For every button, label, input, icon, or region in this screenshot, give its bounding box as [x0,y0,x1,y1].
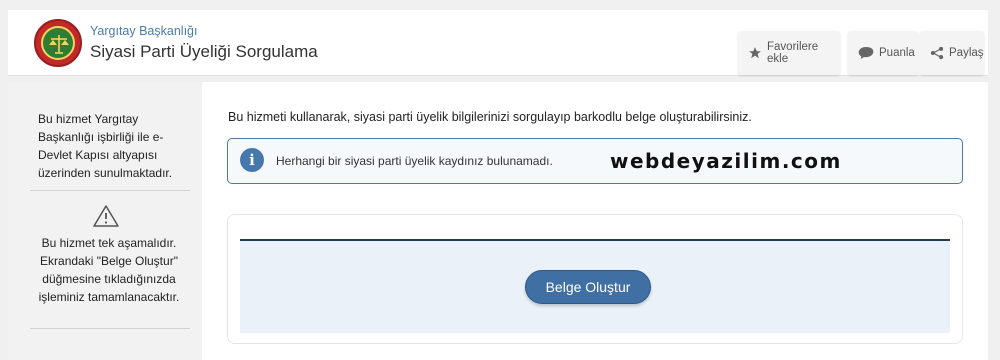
form-panel-body: Belge Oluştur [240,239,950,333]
sidebar-divider [30,328,190,329]
warning-triangle-icon [92,204,120,233]
rate-button[interactable]: Puanla [848,31,918,75]
service-info-text: Bu hizmet Yargıtay Başkanlığı işbirliği … [38,112,173,180]
rate-label: Puanla [879,47,915,59]
star-icon [749,47,761,59]
steps-note-text: Bu hizmet tek aşamalıdır. Ekrandaki "Bel… [38,236,180,304]
yargitay-logo [34,19,82,67]
favorites-label: Favorilere ekle [767,41,819,65]
comment-icon [858,47,874,59]
sidebar-divider [30,190,190,191]
organization-name: Yargıtay Başkanlığı [90,24,198,38]
main-content: Bu hizmeti kullanarak, siyasi parti üyel… [202,82,988,360]
watermark-text: webdeyazilim.com [610,149,842,173]
intro-text: Bu hizmeti kullanarak, siyasi parti üyel… [228,110,752,124]
favorites-button[interactable]: Favorilere ekle [738,31,840,75]
page-title: Siyasi Parti Üyeliği Sorgulama [90,42,318,61]
share-button[interactable]: Paylaş [920,31,984,75]
sidebar: Bu hizmet Yargıtay Başkanlığı işbirliği … [8,82,202,360]
info-alert: i Herhangi bir siyasi parti üyelik kaydı… [227,138,963,184]
page-header: Yargıtay Başkanlığı Siyasi Parti Üyeliği… [8,10,988,76]
create-document-button[interactable]: Belge Oluştur [525,270,651,304]
share-label: Paylaş [949,47,984,59]
form-panel: Belge Oluştur [227,214,963,344]
alert-message: Herhangi bir siyasi parti üyelik kaydını… [276,154,553,168]
share-icon [930,46,944,60]
info-icon: i [240,148,264,172]
